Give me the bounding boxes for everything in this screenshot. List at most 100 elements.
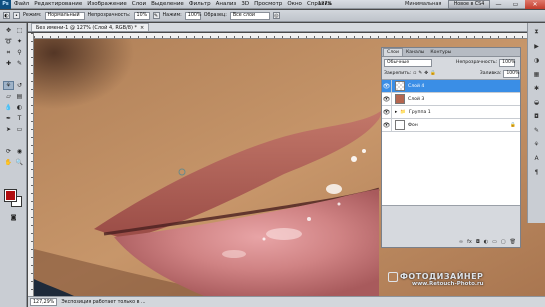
blend-mode-select[interactable]: Обычные (384, 58, 432, 67)
type-tool-icon[interactable]: T (14, 114, 25, 123)
visibility-eye-icon[interactable]: 👁 (382, 92, 392, 106)
history-brush-icon[interactable]: ↺ (14, 81, 25, 90)
visibility-eye-icon[interactable]: 👁 (382, 118, 392, 132)
move-tool-icon[interactable]: ✥ (3, 26, 14, 35)
brush-preset-icon[interactable]: • (13, 12, 20, 19)
zoom-level[interactable]: 127% (318, 1, 332, 7)
fill-input[interactable]: 100% (503, 69, 519, 78)
trash-icon[interactable]: 🗑 (510, 239, 516, 245)
color-icon[interactable]: ◑ (532, 55, 542, 65)
shape-tool-icon[interactable]: ▭ (14, 125, 25, 134)
menu-file[interactable]: Файл (14, 1, 29, 7)
layer-name[interactable]: Фон (408, 123, 418, 128)
3d-rotate-icon[interactable]: ⟳ (3, 147, 14, 156)
lock-pixels-icon[interactable]: ✎ (418, 71, 422, 76)
status-zoom-input[interactable]: 127,29% (30, 298, 58, 306)
layer-style-icon[interactable]: fx (467, 239, 472, 245)
document-tab[interactable]: Без имени-1 @ 127% (Слой 4, RGB/8) * × (31, 23, 150, 31)
clone-source-icon[interactable]: ⚘ (532, 139, 542, 149)
lock-transparency-icon[interactable]: ▫ (413, 71, 416, 76)
new-group-icon[interactable]: ▭ (492, 239, 497, 245)
layer-row-4[interactable]: 👁 Слой 4 (382, 79, 520, 93)
quick-mask-icon[interactable]: ◙ (8, 213, 19, 222)
menu-analysis[interactable]: Анализ (216, 1, 237, 7)
close-tab-icon[interactable]: × (140, 25, 144, 31)
menu-3d[interactable]: 3D (241, 1, 249, 7)
hand-tool-icon[interactable]: ✋ (3, 158, 14, 167)
expand-arrow-icon[interactable]: ▸ (395, 110, 397, 115)
add-mask-icon[interactable]: ◘ (476, 239, 480, 245)
swatches-icon[interactable]: ▦ (532, 69, 542, 79)
layer-name[interactable]: Слой 3 (408, 97, 424, 102)
flow-input[interactable]: 100% (184, 11, 201, 20)
eyedropper-icon[interactable]: ⚲ (14, 48, 25, 57)
layer-opacity-label: Непрозрачность: (456, 60, 498, 65)
document-title: Без имени-1 @ 127% (Слой 4, RGB/8) * (36, 24, 137, 31)
panel-tabs: Слои Каналы Контуры (382, 48, 520, 57)
character-icon[interactable]: A (532, 153, 542, 163)
menu-view[interactable]: Просмотр (254, 1, 282, 7)
watermark-url: www.Retouch-Photo.ru (412, 281, 484, 287)
visibility-eye-icon[interactable]: 👁 (382, 105, 392, 119)
lock-row: Закрепить: ▫ ✎ ✥ 🔒 Заливка: 100% (382, 68, 520, 79)
menu-layers[interactable]: Слои (132, 1, 146, 7)
link-layers-icon[interactable]: ∞ (459, 239, 463, 245)
brushes-icon[interactable]: ✎ (532, 125, 542, 135)
pressure-icon[interactable]: ◎ (272, 12, 280, 19)
eraser-tool-icon[interactable]: ▱ (3, 92, 14, 101)
layer-group-1[interactable]: 👁 ▸ 📁 Группа 1 (382, 105, 520, 119)
mode-select[interactable]: Нормальный (44, 11, 85, 20)
blur-tool-icon[interactable]: 💧 (3, 103, 14, 112)
layer-row-3[interactable]: 👁 Слой 3 (382, 92, 520, 106)
paragraph-icon[interactable]: ¶ (532, 167, 542, 177)
crop-tool-icon[interactable]: ⌗ (3, 48, 14, 57)
close-button[interactable]: ✕ (525, 0, 545, 9)
layer-row-background[interactable]: 👁 Фон 🔒 (382, 118, 520, 132)
new-layer-icon[interactable]: ▢ (501, 239, 506, 245)
lock-position-icon[interactable]: ✥ (424, 71, 428, 76)
pen-tool-icon[interactable]: ✒ (3, 114, 14, 123)
minimize-button[interactable]: — (490, 0, 507, 9)
zoom-tool-icon[interactable]: 🔍 (14, 158, 25, 167)
history-icon[interactable]: ⧗ (532, 27, 542, 37)
magic-wand-icon[interactable]: ✦ (14, 37, 25, 46)
adjustments-icon[interactable]: ◒ (532, 97, 542, 107)
styles-icon[interactable]: ✱ (532, 83, 542, 93)
clone-stamp-icon[interactable]: ⚘ (3, 81, 14, 90)
tab-layers[interactable]: Слои (383, 48, 403, 56)
masks-icon[interactable]: ◘ (532, 111, 542, 121)
layer-opacity-input[interactable]: 100% (499, 58, 515, 67)
menu-window[interactable]: Окно (287, 1, 302, 7)
adjustment-layer-icon[interactable]: ◐ (484, 239, 488, 245)
dodge-tool-icon[interactable]: ◐ (14, 103, 25, 112)
sample-select[interactable]: Все слои (229, 11, 270, 20)
foreground-color-swatch[interactable] (4, 189, 17, 202)
gradient-tool-icon[interactable]: ▤ (14, 92, 25, 101)
fill-label: Заливка: (479, 71, 502, 76)
brush-tool-icon[interactable]: ✎ (14, 59, 25, 68)
sponge-tool-icon[interactable]: ◐ (3, 12, 10, 19)
lasso-tool-icon[interactable]: ➰ (3, 37, 14, 46)
menu-edit[interactable]: Редактирование (34, 1, 82, 7)
visibility-eye-icon[interactable]: 👁 (382, 79, 392, 93)
workspace-label[interactable]: Минимальная (405, 1, 441, 7)
3d-orbit-icon[interactable]: ◉ (14, 147, 25, 156)
marquee-tool-icon[interactable]: ⬚ (14, 26, 25, 35)
actions-icon[interactable]: ▶ (532, 41, 542, 51)
tab-channels[interactable]: Каналы (403, 48, 427, 56)
photoshop-logo: Ps (0, 0, 11, 9)
status-info[interactable]: Экспозиция работает только в ... (61, 300, 145, 305)
path-select-icon[interactable]: ➤ (3, 125, 14, 134)
menu-image[interactable]: Изображение (87, 1, 127, 7)
menu-filter[interactable]: Фильтр (189, 1, 211, 7)
lock-all-icon[interactable]: 🔒 (430, 71, 436, 76)
opacity-input[interactable]: 10% (133, 11, 150, 20)
layer-name[interactable]: Группа 1 (409, 110, 431, 115)
maximize-button[interactable]: ▭ (507, 0, 524, 9)
healing-brush-icon[interactable]: ✚ (3, 59, 14, 68)
tab-paths[interactable]: Контуры (427, 48, 454, 56)
layer-name[interactable]: Слой 4 (408, 84, 424, 89)
whats-new-button[interactable]: Новое в CS4 (448, 0, 490, 9)
menu-select[interactable]: Выделение (151, 1, 184, 7)
airbrush-icon[interactable]: ✎ (152, 12, 160, 19)
